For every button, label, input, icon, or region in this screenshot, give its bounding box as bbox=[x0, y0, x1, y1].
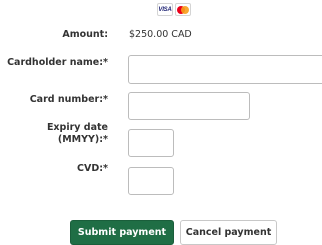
cvd-field[interactable] bbox=[128, 167, 174, 195]
expiry-date-label: Expiry date (MMYY):* bbox=[0, 122, 108, 146]
mastercard-icon bbox=[175, 3, 191, 16]
visa-logo-text: VISA bbox=[158, 6, 172, 13]
amount-label: Amount: bbox=[62, 29, 108, 40]
cvd-label: CVD:* bbox=[77, 163, 108, 174]
cardholder-name-label: Cardholder name:* bbox=[7, 57, 108, 68]
expiry-date-field[interactable] bbox=[128, 129, 174, 157]
mastercard-orange-circle bbox=[181, 6, 189, 14]
expiry-date-label-line2: (MMYY):* bbox=[57, 134, 108, 145]
visa-card-icon: VISA bbox=[157, 3, 173, 16]
cancel-payment-button[interactable]: Cancel payment bbox=[180, 220, 277, 245]
expiry-date-label-line1: Expiry date bbox=[46, 122, 108, 133]
cardholder-name-field[interactable] bbox=[128, 55, 322, 84]
card-number-label: Card number:* bbox=[29, 94, 108, 105]
submit-payment-button[interactable]: Submit payment bbox=[70, 220, 174, 245]
payment-form: VISA Amount: $250.00 CAD Cardholder name… bbox=[0, 0, 322, 245]
accepted-cards: VISA bbox=[157, 3, 191, 17]
card-number-field[interactable] bbox=[128, 92, 250, 120]
amount-value: $250.00 CAD bbox=[129, 29, 192, 40]
